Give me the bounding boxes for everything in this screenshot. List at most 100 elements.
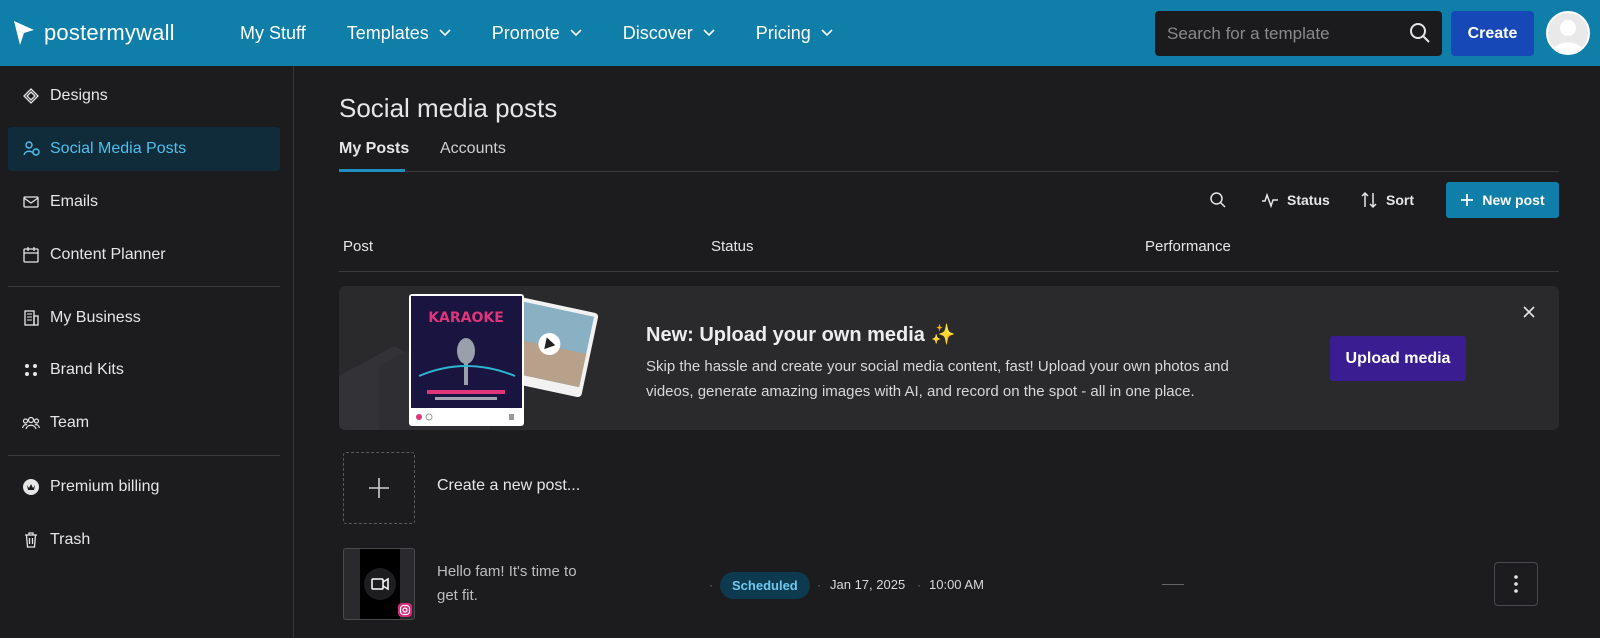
sidebar-item-label: Content Planner [50,246,166,263]
table-header: Post Status Performance [339,234,1559,272]
more-vertical-icon [1514,575,1518,593]
sidebar: Designs Social Media Posts Emails Conten… [0,66,294,638]
main-nav: My Stuff Templates Promote Discover Pric… [240,0,874,66]
chevron-down-icon [439,29,451,37]
sidebar-divider [8,286,280,287]
search-input[interactable] [1167,23,1387,44]
social-posts-icon [23,141,40,156]
sidebar-item-social-media-posts[interactable]: Social Media Posts [8,127,280,171]
mail-icon [23,196,39,208]
premium-icon [23,479,39,495]
brand-kits-icon [25,364,37,376]
sidebar-item-label: Team [50,414,90,431]
post-thumbnail[interactable] [343,548,415,620]
team-icon [22,416,40,430]
sidebar-item-emails[interactable]: Emails [8,180,280,224]
post-time: 10:00 AM [929,577,984,592]
sidebar-item-label: Designs [50,87,108,104]
more-options-button[interactable] [1494,562,1538,606]
sidebar-item-content-planner[interactable]: Content Planner [8,233,280,277]
nav-promote[interactable]: Promote [492,23,582,44]
separator-dot: · [817,578,821,592]
sidebar-item-label: Trash [50,531,91,548]
new-post-button[interactable]: New post [1446,182,1559,218]
new-post-label: New post [1482,192,1545,208]
promo-illustration: KARAOKE [339,294,599,430]
nav-templates[interactable]: Templates [347,23,451,44]
tab-my-posts[interactable]: My Posts [339,140,409,158]
active-tab-indicator [339,169,405,172]
create-post-label: Create a new post... [437,477,581,494]
user-avatar-icon [1552,20,1584,53]
sidebar-item-brand-kits[interactable]: Brand Kits [8,348,280,392]
brand-logo[interactable]: postermywall [12,18,175,48]
chevron-down-icon [703,29,715,37]
sidebar-item-trash[interactable]: Trash [8,518,280,562]
chevron-down-icon [821,29,833,37]
logo-icon [14,21,34,45]
promo-title: New: Upload your own media ✨ [646,324,956,346]
plus-icon [369,478,389,498]
sidebar-item-designs[interactable]: Designs [8,74,280,118]
table-row[interactable]: Hello fam! It's time to get fit. · Sched… [339,548,1559,622]
template-search [1155,11,1442,56]
sidebar-divider [8,455,280,456]
column-header-post: Post [343,238,374,255]
video-camera-icon [364,568,396,600]
nav-label: Promote [491,22,560,43]
sidebar-item-label: Emails [50,193,99,210]
search-icon[interactable] [1408,21,1432,45]
brand-name: postermywall [44,20,175,45]
posts-toolbar: Status Sort New post [339,182,1559,218]
separator-dot: · [917,578,921,592]
sort-button[interactable]: Sort [1360,182,1414,218]
upload-media-banner: KARAOKE New: Upload your own media ✨ Ski… [339,286,1559,430]
performance-empty [1162,584,1184,585]
promo-description: Skip the hassle and create your social m… [646,358,1229,400]
sidebar-item-label: My Business [50,309,141,326]
column-header-status: Status [711,238,754,255]
sidebar-item-label: Premium billing [50,478,160,495]
avatar[interactable] [1546,11,1590,55]
calendar-icon [23,247,39,263]
nav-label: Templates [346,22,429,43]
video-preview [360,549,400,619]
search-icon [1210,192,1226,208]
nav-discover[interactable]: Discover [623,23,715,44]
plus-icon [1461,194,1474,206]
status-filter-label: Status [1287,192,1330,208]
nav-label: Discover [622,22,693,43]
separator-dot: · [709,578,713,592]
nav-label: My Stuff [240,22,306,43]
column-header-performance: Performance [1145,238,1231,255]
nav-pricing[interactable]: Pricing [756,23,833,44]
top-nav-bar: postermywall My Stuff Templates Promote … [0,0,1600,66]
sort-icon [1361,191,1377,209]
sidebar-item-my-business[interactable]: My Business [8,296,280,340]
business-icon [24,310,39,326]
post-date: Jan 17, 2025 [830,577,906,592]
tab-accounts[interactable]: Accounts [440,140,506,158]
status-filter-button[interactable]: Status [1261,182,1330,218]
trash-icon [25,532,37,548]
create-post-row[interactable]: Create a new post... [339,452,1559,526]
activity-icon [1262,192,1278,208]
tab-bar: My Posts Accounts [339,138,1559,172]
sidebar-item-label: Social Media Posts [50,140,187,157]
chevron-down-icon [570,29,582,37]
sort-label: Sort [1386,192,1414,208]
create-post-tile[interactable] [343,452,415,524]
close-icon[interactable] [1519,302,1539,322]
page-title: Social media posts [339,93,558,123]
post-caption: Hello fam! It's time to get fit. [437,563,577,604]
sidebar-item-premium-billing[interactable]: Premium billing [8,465,280,509]
upload-media-button[interactable]: Upload media [1330,336,1466,381]
create-button[interactable]: Create [1451,11,1534,56]
search-posts-button[interactable] [1209,182,1227,218]
sidebar-item-label: Brand Kits [50,361,124,378]
poster-title-text: KARAOKE [428,310,504,326]
sidebar-item-team[interactable]: Team [8,401,280,445]
designs-icon [23,88,39,104]
nav-my-stuff[interactable]: My Stuff [240,23,306,44]
status-badge: Scheduled [720,572,810,599]
